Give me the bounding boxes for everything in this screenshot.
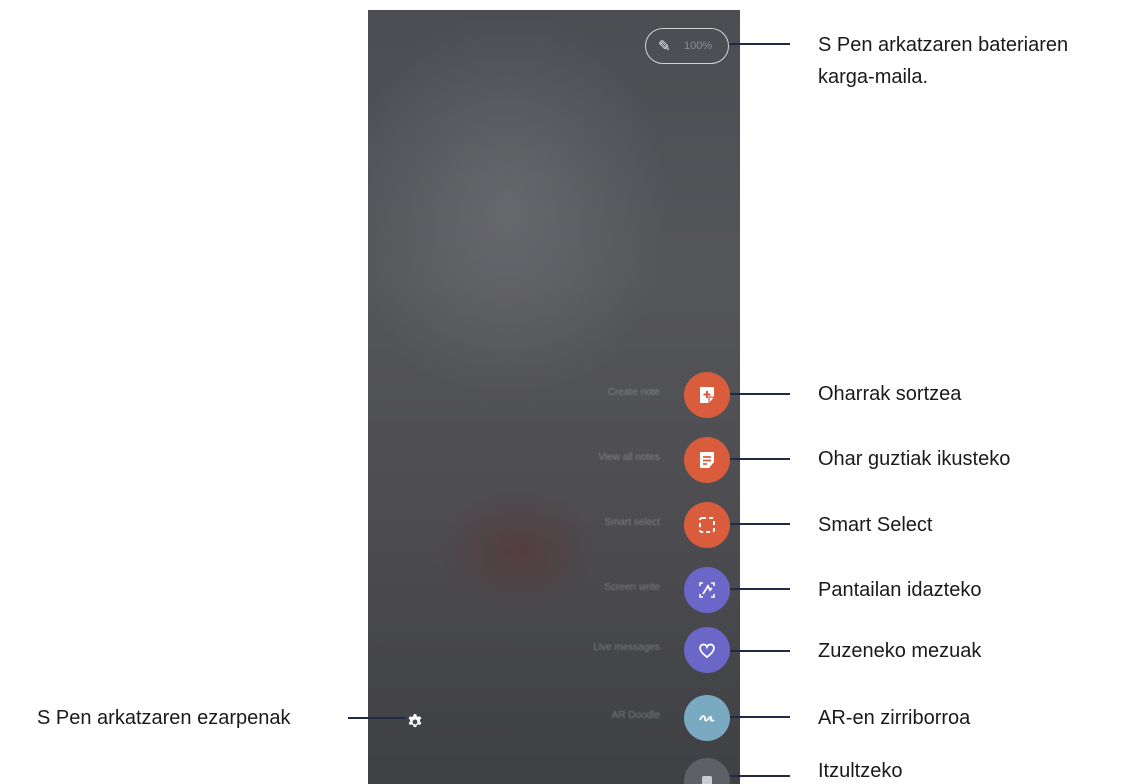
screen-write-icon [699, 582, 715, 598]
callout-create-note: Oharrak sortzea [818, 383, 962, 405]
callout-line-settings [348, 717, 406, 719]
view-all-notes-button[interactable] [684, 437, 730, 483]
screen-write-button[interactable] [684, 567, 730, 613]
callout-line-smart-select [730, 523, 790, 525]
translate-button[interactable] [684, 758, 730, 784]
callout-line-battery [729, 43, 790, 45]
phone-screen: ✎ 100% Create note View all notes Smart … [368, 10, 740, 784]
callout-line-ar-doodle [730, 716, 790, 718]
menu-item-smart-select[interactable]: Smart select [368, 502, 740, 548]
smart-select-button[interactable] [684, 502, 730, 548]
menu-label-live-messages: Live messages [593, 642, 660, 653]
ar-doodle-button[interactable] [684, 695, 730, 741]
callout-live-messages: Zuzeneko mezuak [818, 640, 982, 662]
callout-settings: S Pen arkatzaren ezarpenak [37, 707, 291, 729]
notes-list-icon [700, 452, 714, 468]
callout-line-translate [730, 775, 790, 777]
pen-icon: ✎ [658, 38, 671, 55]
callout-translate: Itzultzeko [818, 760, 903, 782]
callout-line-create-note [730, 393, 790, 395]
heart-icon [699, 643, 715, 659]
menu-item-translate[interactable] [368, 758, 740, 784]
callout-battery-line2: karga-maila. [818, 66, 929, 88]
callout-view-all-notes: Ohar guztiak ikusteko [818, 448, 1011, 470]
menu-label-smart-select: Smart select [604, 517, 660, 528]
menu-label-create-note: Create note [607, 387, 660, 398]
gear-icon[interactable] [406, 713, 424, 731]
spen-battery-indicator: ✎ 100% [645, 28, 729, 64]
callout-line-view-all-notes [730, 458, 790, 460]
create-note-icon [700, 387, 714, 403]
menu-label-ar-doodle: AR Doodle [611, 710, 660, 721]
callout-line-screen-write [730, 588, 790, 590]
menu-item-create-note[interactable]: Create note [368, 372, 740, 418]
callout-line-live-messages [730, 650, 790, 652]
callout-screen-write: Pantailan idazteko [818, 579, 982, 601]
callout-ar-doodle: AR-en zirriborroa [818, 707, 971, 729]
callout-battery-line1: S Pen arkatzaren bateriaren [818, 34, 1069, 56]
menu-item-screen-write[interactable]: Screen write [368, 567, 740, 613]
live-messages-button[interactable] [684, 627, 730, 673]
smart-select-icon [699, 517, 715, 533]
battery-percent: 100% [684, 40, 713, 52]
create-note-button[interactable] [684, 372, 730, 418]
callout-smart-select: Smart Select [818, 514, 933, 536]
menu-item-view-all-notes[interactable]: View all notes [368, 437, 740, 483]
menu-label-screen-write: Screen write [604, 582, 660, 593]
menu-item-live-messages[interactable]: Live messages [368, 627, 740, 673]
translate-icon [702, 776, 712, 784]
doodle-icon [699, 715, 715, 722]
menu-label-view-all-notes: View all notes [598, 452, 660, 463]
